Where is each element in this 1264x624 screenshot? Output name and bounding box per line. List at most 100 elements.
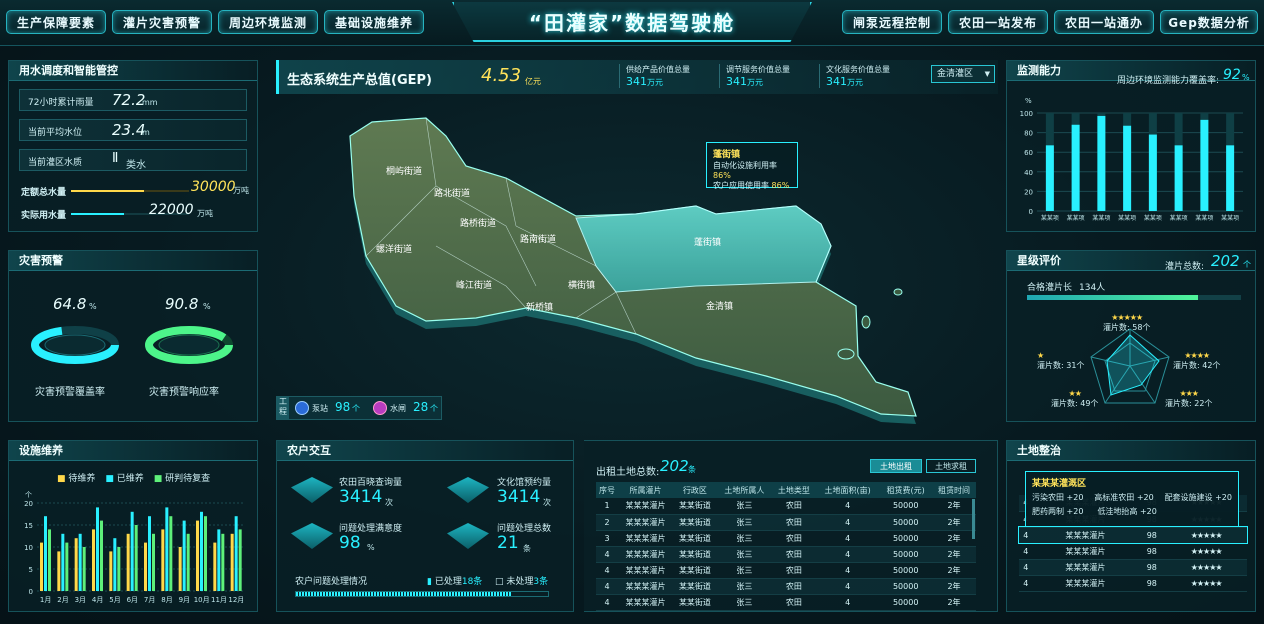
maint-x-tick: 9月	[179, 596, 190, 604]
land-cell: 某某某灌片	[1032, 543, 1139, 560]
query-value: 3414	[339, 487, 383, 507]
gep-title: 生态系统生产总值(GEP)	[287, 73, 432, 88]
maint-x-tick: 1月	[40, 596, 51, 604]
query-icon	[291, 477, 333, 503]
rent-label: 出租土地总数:	[596, 467, 660, 478]
response-unit: %	[203, 302, 211, 311]
table-row[interactable]: 3 某某某灌片 某某街道 张三 农田 4 50000 2年	[596, 530, 976, 547]
satisfaction-unit: %	[367, 543, 375, 552]
maint-bar	[152, 533, 155, 591]
maint-bar	[238, 529, 242, 591]
qualified-fill	[1027, 295, 1199, 300]
maint-bar	[109, 551, 113, 591]
maint-bar	[117, 547, 121, 591]
land-cell: ★★★★★	[1165, 527, 1247, 544]
nav-gep[interactable]: Gep数据分析	[1160, 10, 1258, 34]
disaster-title: 灾害预警	[9, 251, 257, 271]
table-row[interactable]: 1 某某某灌片 某某街道 张三 农田 4 50000 2年	[596, 498, 976, 515]
quality-label: 当前灌区水质	[28, 158, 83, 168]
maint-x-tick: 8月	[161, 596, 172, 604]
monitor-y-unit: %	[1025, 97, 1032, 105]
table-row[interactable]: 4某某某灌片98★★★★★	[1018, 526, 1248, 544]
rent-cell: 4	[596, 594, 618, 611]
maint-bar	[82, 547, 86, 591]
monitor-bar	[1148, 134, 1157, 211]
area-select[interactable]: 金清灌区 ▼	[931, 65, 995, 83]
star-item-1: ★ 灌片数: 31个	[1037, 351, 1085, 370]
rent-cell: 某某街道	[672, 546, 717, 563]
coverage-value: 64.8	[53, 295, 87, 313]
monitor-bar	[1097, 115, 1106, 211]
maint-bar	[196, 520, 199, 591]
nav-production[interactable]: 生产保障要素	[6, 10, 106, 34]
maint-x-tick: 7月	[144, 596, 155, 604]
qualified-label: 合格灌片长	[1027, 283, 1073, 293]
nav-maintenance[interactable]: 基础设施维养	[324, 10, 424, 34]
rain-row: 72小时累计雨量 72.2 mm	[19, 89, 247, 111]
monitor-cover-label: 周边环境监测能力覆盖率:	[1117, 76, 1220, 86]
maint-bar	[165, 507, 169, 591]
rent-cell: 4	[596, 562, 618, 579]
maint-bar	[200, 511, 203, 591]
maint-y-tick: 10	[24, 544, 33, 552]
nav-environment[interactable]: 周边环境监测	[218, 10, 318, 34]
nav-publish[interactable]: 农田一站发布	[948, 10, 1048, 34]
rent-cell: 农田	[771, 578, 816, 595]
rent-cell: 2年	[931, 562, 976, 579]
quality-unit: 类水	[126, 160, 146, 171]
tab-rent-out[interactable]: 土地出租	[870, 459, 922, 473]
maint-bar	[134, 525, 138, 591]
rent-scrollbar[interactable]	[972, 499, 975, 539]
table-row[interactable]: 4某某某灌片98★★★★★	[1019, 543, 1247, 560]
maint-bar	[161, 529, 165, 591]
rent-cell: 某某某灌片	[617, 530, 673, 547]
star-item-5: ★★★★★ 灌片数: 58个	[1103, 313, 1151, 332]
query-unit: 次	[385, 498, 393, 507]
quality-value: Ⅱ	[112, 151, 119, 166]
map-view[interactable]: 桐屿街道 路北街道 路桥街道 螺洋街道 路南街道 蓬街镇 峰江街道 横街镇 新桥…	[276, 96, 998, 426]
level-unit: m	[142, 128, 150, 137]
nav-disaster[interactable]: 灌片灾害预警	[112, 10, 212, 34]
map-highlight-region[interactable]	[575, 205, 832, 293]
booking-value: 3414	[497, 487, 541, 507]
level-row: 当前平均水位 23.4 m	[19, 119, 247, 141]
label-luqiao: 路桥街道	[460, 217, 496, 229]
maint-y-tick: 15	[24, 522, 33, 530]
maint-bar	[40, 542, 43, 591]
legend-done: ■ 已维养	[105, 474, 144, 484]
pump-value: 98	[335, 400, 351, 414]
maint-bar	[230, 533, 234, 591]
issues-unit: 条	[523, 544, 531, 553]
table-row[interactable]: 4某某某灌片98★★★★★	[1019, 575, 1247, 592]
tab-rent-seek[interactable]: 土地求租	[926, 459, 976, 473]
table-row[interactable]: 4 某某某灌片 某某街道 张三 农田 4 50000 2年	[596, 562, 976, 579]
maint-x-tick: 10月	[194, 596, 210, 604]
land-cell: 98	[1138, 575, 1166, 592]
gate-icon	[373, 401, 387, 415]
nav-service[interactable]: 农田一站通办	[1054, 10, 1154, 34]
table-row[interactable]: 4某某某灌片98★★★★★	[1019, 559, 1247, 576]
land-popup: 某某某灌溉区 污染农田 +20 高标准农田 +20 配套设施建设 +20 肥药两制 …	[1025, 471, 1239, 527]
level-label: 当前平均水位	[28, 128, 83, 138]
table-row[interactable]: 4 某某某灌片 某某街道 张三 农田 4 50000 2年	[596, 578, 976, 595]
table-row[interactable]: 4 某某某灌片 某某街道 张三 农田 4 50000 2年	[596, 546, 976, 563]
pump-unit: 个	[352, 404, 360, 413]
gate-value: 28	[413, 400, 429, 414]
monitor-x-tick: 某某项	[1067, 215, 1085, 222]
island	[837, 348, 855, 360]
rent-cell: 某某街道	[672, 578, 717, 595]
quality-row: 当前灌区水质 Ⅱ 类水	[19, 149, 247, 171]
monitor-cover-unit: %	[1242, 73, 1250, 82]
chevron-down-icon: ▼	[984, 70, 990, 78]
quota-value: 30000	[191, 179, 236, 195]
progress-track	[295, 591, 549, 597]
actual-value: 22000	[149, 202, 194, 218]
nav-gate-control[interactable]: 闸泵远程控制	[842, 10, 942, 34]
table-row[interactable]: 2 某某某灌片 某某街道 张三 农田 4 50000 2年	[596, 514, 976, 531]
pump-icon	[295, 401, 309, 415]
star-item-2: ★★ 灌片数: 49个	[1051, 389, 1099, 408]
table-row[interactable]: 4 某某某灌片 某某街道 张三 农田 4 50000 2年	[596, 594, 976, 611]
label-luoyang: 螺洋街道	[376, 243, 412, 255]
monitor-x-tick: 某某项	[1221, 215, 1239, 222]
monitor-y-tick: 0	[1029, 208, 1033, 216]
